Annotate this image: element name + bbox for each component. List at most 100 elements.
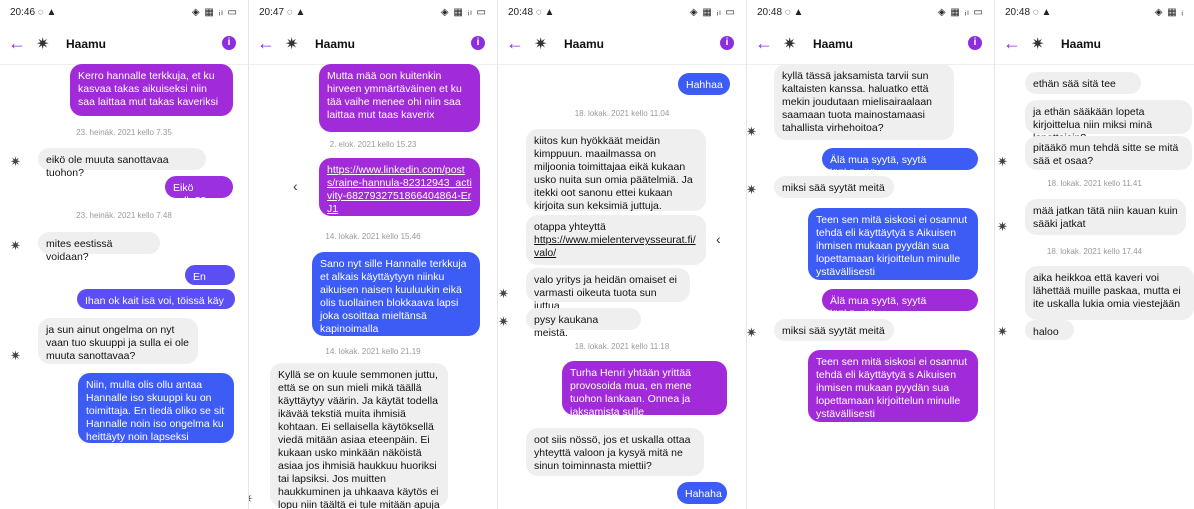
message-text: Mutta mää oon kuitenkin hirveen ymmärtäv… bbox=[327, 70, 462, 121]
status-icons: ◈ ▦ ᵢ bbox=[1154, 7, 1184, 18]
received-message[interactable]: oot siis nössö, jos et uskalla ottaa yht… bbox=[526, 428, 704, 476]
message-text: Hahaha bbox=[685, 488, 722, 500]
message-timestamp: 23. heinäk. 2021 kello 7.35 bbox=[76, 128, 172, 137]
contact-name[interactable]: Haamu bbox=[315, 37, 355, 51]
sent-message[interactable]: Eikö sulla?? bbox=[165, 176, 233, 207]
received-message[interactable]: eikö ole muuta sanottavaa tuohon? bbox=[38, 148, 206, 179]
received-message[interactable]: mää jatkan tätä niin kauan kuin sääki ja… bbox=[1025, 199, 1186, 235]
back-arrow-icon[interactable]: ← bbox=[257, 33, 275, 54]
status-time: 20:48 ◌ ▲ bbox=[508, 7, 555, 18]
received-message[interactable]: miksi sää syytät meitä bbox=[774, 176, 894, 198]
back-arrow-icon[interactable]: ← bbox=[1003, 33, 1021, 54]
sent-message[interactable]: Mutta mää oon kuitenkin hirveen ymmärtäv… bbox=[319, 64, 480, 132]
info-icon[interactable]: i bbox=[471, 36, 485, 50]
sender-avatar-icon[interactable]: ✷ bbox=[498, 314, 509, 330]
message-text: Ihan ok kait isä voi, töissä käy jne bbox=[85, 295, 224, 320]
back-arrow-icon[interactable]: ← bbox=[755, 33, 773, 54]
sent-message[interactable]: Ihan ok kait isä voi, töissä käy jne bbox=[77, 289, 235, 320]
contact-avatar[interactable]: ✷ bbox=[1031, 34, 1044, 54]
sender-avatar-icon[interactable]: ✷ bbox=[498, 286, 509, 302]
status-time: 20:48 ◌ ▲ bbox=[1005, 7, 1052, 18]
contact-avatar[interactable]: ✷ bbox=[285, 34, 298, 54]
sender-avatar-icon[interactable]: ✷ bbox=[747, 182, 757, 198]
message-text: pitääkö mun tehdä sitte se mitä sää et o… bbox=[1033, 142, 1179, 167]
chat-header: ← ✷ Haamu i bbox=[747, 24, 994, 65]
sent-message[interactable]: En tiedä bbox=[185, 265, 235, 296]
sent-message[interactable]: Teen sen mitä siskosi ei osannut tehdä e… bbox=[808, 350, 978, 422]
sender-avatar-icon[interactable]: ✷ bbox=[747, 124, 757, 140]
contact-avatar[interactable]: ✷ bbox=[783, 34, 796, 54]
status-time: 20:48 ◌ ▲ bbox=[757, 7, 804, 18]
received-message[interactable]: otappa yhteyttä https://www.mielentervey… bbox=[526, 215, 706, 265]
received-message[interactable]: ja sun ainut ongelma on nyt vaan tuo sku… bbox=[38, 318, 198, 364]
received-message[interactable]: pysy kaukana meistä. bbox=[526, 308, 641, 339]
chat-screenshot-panel: 20:46 ◌ ▲ ◈ ▦ ᵢₗ ▭ ← ✷ Haamu i Kerro hannalle … bbox=[0, 0, 249, 509]
sent-message[interactable]: Niin, mulla olis ollu antaa Hannalle iso… bbox=[78, 373, 234, 443]
sent-message[interactable]: https://www.linkedin.com/posts/raine-han… bbox=[319, 158, 480, 216]
contact-name[interactable]: Haamu bbox=[66, 37, 106, 51]
status-icons: ◈ ▦ ᵢₗ ▭ bbox=[440, 7, 487, 18]
message-text: aika heikkoa että kaveri voi lähettää mu… bbox=[1033, 272, 1181, 310]
sent-message[interactable]: Kerro hannalle terkkuja, et ku kasvaa ta… bbox=[70, 64, 233, 116]
status-bar: 20:48 ◌ ▲ ◈ ▦ ᵢ bbox=[995, 0, 1194, 24]
sender-avatar-icon[interactable]: ✷ bbox=[747, 325, 757, 341]
received-message[interactable]: valo yritys ja heidän omaiset ei varmast… bbox=[526, 268, 690, 312]
message-text: Turha Henri yhtään yrittää provosoida mu… bbox=[570, 367, 692, 418]
received-message[interactable]: aika heikkoa että kaveri voi lähettää mu… bbox=[1025, 266, 1194, 320]
sent-message[interactable]: Turha Henri yhtään yrittää provosoida mu… bbox=[562, 361, 727, 418]
contact-avatar[interactable]: ✷ bbox=[534, 34, 547, 54]
message-text: Niin, mulla olis ollu antaa Hannalle iso… bbox=[86, 379, 225, 443]
received-message[interactable]: mites eestissä voidaan? bbox=[38, 232, 160, 263]
contact-name[interactable]: Haamu bbox=[564, 37, 604, 51]
info-icon[interactable]: i bbox=[720, 36, 734, 50]
chat-header: ← ✷ Haamu i bbox=[0, 24, 248, 65]
message-text: miksi sää syytät meitä bbox=[782, 325, 885, 337]
message-link[interactable]: https://www.linkedin.com/posts/raine-han… bbox=[327, 164, 472, 215]
back-arrow-icon[interactable]: ← bbox=[506, 33, 524, 54]
message-timestamp: 18. lokak. 2021 kello 11.41 bbox=[1047, 179, 1142, 188]
status-icons: ◈ ▦ ᵢₗ ▭ bbox=[937, 7, 984, 18]
received-message[interactable]: ja ethän sääkään lopeta kirjoittelua nii… bbox=[1025, 100, 1192, 144]
contact-name[interactable]: Haamu bbox=[1061, 37, 1101, 51]
sender-avatar-icon[interactable]: ✷ bbox=[10, 154, 21, 170]
share-icon[interactable]: ‹ bbox=[716, 231, 721, 247]
sender-avatar-icon[interactable]: ✷ bbox=[10, 238, 21, 254]
status-bar: 20:47 ◌ ▲ ◈ ▦ ᵢₗ ▭ bbox=[249, 0, 497, 24]
message-timestamp: 2. elok. 2021 kello 15.23 bbox=[329, 140, 417, 149]
sender-avatar-icon[interactable]: ✷ bbox=[997, 324, 1008, 340]
chat-screenshot-panel: 20:48 ◌ ▲ ◈ ▦ ᵢₗ ▭ ← ✷ Haamu i Hahhaa 18. lokak… bbox=[498, 0, 747, 509]
chat-header: ← ✷ Haamu bbox=[995, 24, 1194, 65]
message-link[interactable]: https://www.mielenterveysseurat.fi/valo/ bbox=[534, 234, 696, 259]
back-arrow-icon[interactable]: ← bbox=[8, 33, 26, 54]
message-text: mites eestissä voidaan? bbox=[46, 238, 113, 263]
sender-avatar-icon[interactable]: ✷ bbox=[249, 491, 253, 507]
received-message[interactable]: haloo bbox=[1025, 320, 1074, 340]
status-icons: ◈ ▦ ᵢₗ ▭ bbox=[191, 7, 238, 18]
message-text: miksi sää syytät meitä bbox=[782, 182, 885, 194]
sent-message[interactable]: Hahhaa bbox=[678, 73, 730, 95]
info-icon[interactable]: i bbox=[222, 36, 236, 50]
message-timestamp: 18. lokak. 2021 kello 17.44 bbox=[1046, 247, 1143, 256]
sent-message[interactable]: Teen sen mitä siskosi ei osannut tehdä e… bbox=[808, 208, 978, 280]
sent-message[interactable]: Sano nyt sille Hannalle terkkuja et alka… bbox=[312, 252, 480, 336]
sender-avatar-icon[interactable]: ✷ bbox=[997, 154, 1008, 170]
contact-avatar[interactable]: ✷ bbox=[36, 34, 49, 54]
message-text: ja sun ainut ongelma on nyt vaan tuo sku… bbox=[46, 324, 190, 362]
received-message[interactable]: pitääkö mun tehdä sitte se mitä sää et o… bbox=[1025, 136, 1192, 170]
status-time: 20:46 ◌ ▲ bbox=[10, 7, 57, 18]
sent-message[interactable]: Älä mua syytä, syytä lääkäreitä bbox=[822, 148, 978, 179]
sender-avatar-icon[interactable]: ✷ bbox=[997, 219, 1008, 235]
received-message[interactable]: miksi sää syytät meitä bbox=[774, 319, 894, 341]
info-icon[interactable]: i bbox=[968, 36, 982, 50]
sent-message[interactable]: Hahaha bbox=[677, 482, 727, 504]
contact-name[interactable]: Haamu bbox=[813, 37, 853, 51]
received-message[interactable]: Kyllä se on kuule semmonen juttu, että s… bbox=[270, 363, 448, 509]
received-message[interactable]: ethän sää sitä tee bbox=[1025, 72, 1141, 94]
share-icon[interactable]: ‹ bbox=[293, 178, 298, 194]
received-message[interactable]: kiitos kun hyökkäät meidän kimppuun. maa… bbox=[526, 129, 706, 212]
received-message[interactable]: kyllä tässä jaksamista tarvii sun kaltai… bbox=[774, 64, 954, 140]
message-text: Hahhaa bbox=[686, 79, 723, 91]
chat-screenshot-panel: 20:48 ◌ ▲ ◈ ▦ ᵢₗ ▭ ← ✷ Haamu i kyllä tässä jak… bbox=[747, 0, 995, 509]
sent-message[interactable]: Älä mua syytä, syytä lääkäreitä bbox=[822, 289, 978, 320]
sender-avatar-icon[interactable]: ✷ bbox=[10, 348, 21, 364]
